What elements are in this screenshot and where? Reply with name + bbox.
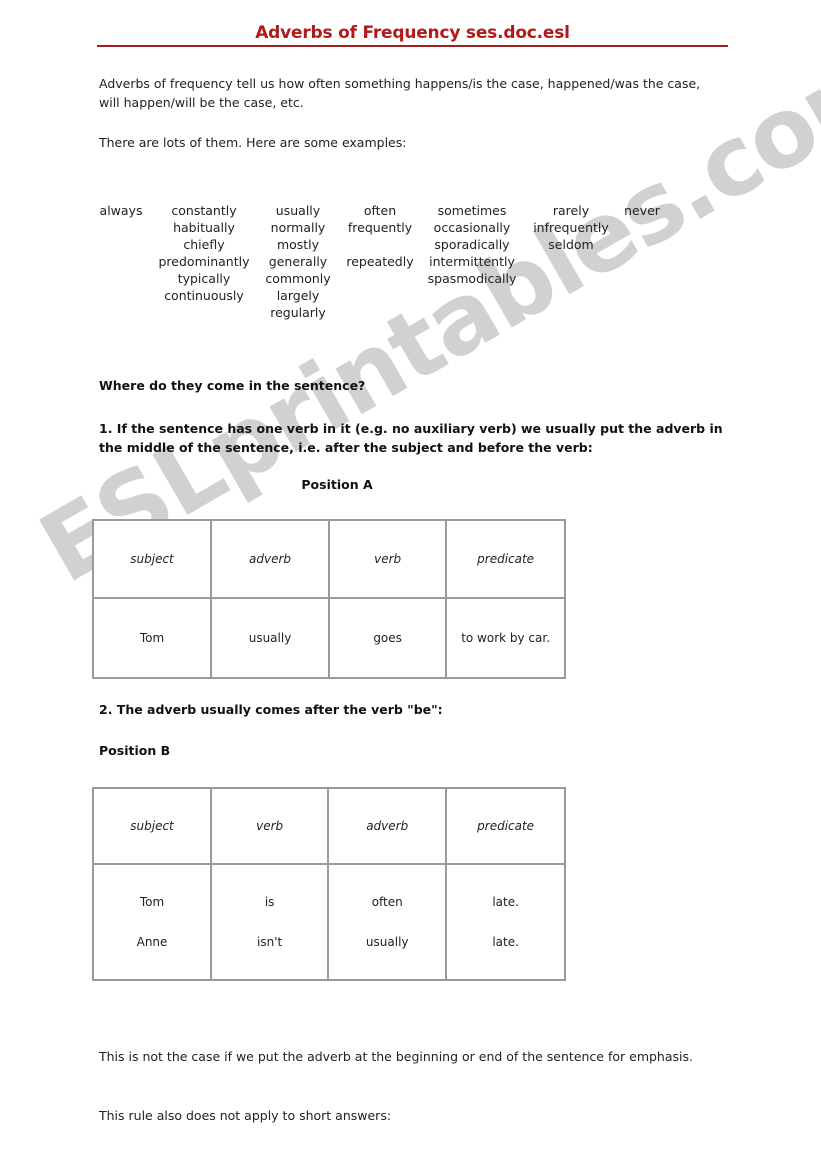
adverb-word: continuously: [164, 288, 244, 303]
adverb-word: constantly: [171, 203, 237, 218]
table-b-cell-column-4: late. late.: [446, 864, 565, 980]
table-a-header-cell: subject: [93, 520, 212, 598]
question-heading: Where do they come in the sentence?: [99, 378, 366, 393]
never-column: never: [624, 202, 660, 219]
position-a-label: Position A: [301, 477, 373, 492]
position-a-table: subject adverb verb predicate Tom usuall…: [92, 519, 566, 679]
table-b-header-cell: subject: [93, 788, 212, 864]
closing-paragraph-1: This is not the case if we put the adver…: [99, 1049, 693, 1064]
adverb-word: sporadically: [434, 237, 510, 252]
adverb-word: infrequently: [533, 220, 609, 235]
adverb-word: mostly: [276, 237, 320, 252]
table-a-header-cell: adverb: [211, 520, 329, 598]
adverb-word: never: [624, 203, 660, 218]
table-b-cell: isn't: [257, 935, 283, 949]
table-a-header-row: subject adverb verb predicate: [93, 520, 565, 598]
usually-column: usually normally mostly generally commonly la…: [265, 202, 330, 321]
table-b-cell: late.: [492, 935, 519, 949]
adverb-word: spasmodically: [427, 271, 517, 286]
table-b-cell: Tom: [139, 895, 165, 909]
table-b-row: Tom Anne is isn't often usually late. la…: [93, 864, 565, 980]
adverb-word: usually: [275, 203, 321, 218]
worksheet-page: Adverbs of Frequency ses.doc.esl Adverbs…: [0, 0, 821, 1169]
table-a-header-cell: predicate: [446, 520, 565, 598]
intro-paragraph-2: There are lots of them. Here are some ex…: [99, 135, 407, 150]
table-b-header-row: subject verb adverb predicate: [93, 788, 565, 864]
table-b-cell: Anne: [136, 935, 168, 949]
adverb-word: repeatedly: [346, 254, 414, 269]
rarely-column: rarely infrequently seldom: [533, 202, 609, 253]
often-column: oftenfrequentlyxrepeatedly: [346, 202, 413, 270]
intro-paragraph-1: Adverbs of frequency tell us how often s…: [99, 76, 701, 110]
adverb-word: generally: [268, 254, 328, 269]
rule-2-text: 2. The adverb usually comes after the ve…: [99, 702, 443, 717]
closing-paragraph-2: This rule also does not apply to short a…: [99, 1108, 392, 1123]
adverb-word: commonly: [265, 271, 331, 286]
adverb-word: seldom: [548, 237, 594, 252]
always-column: always: [100, 202, 143, 219]
adverb-word: frequently: [347, 220, 413, 235]
position-b-table: subject verb adverb predicate Tom Anne i…: [92, 787, 566, 981]
table-a-cell: to work by car.: [446, 598, 565, 678]
adverb-word: rarely: [552, 203, 590, 218]
table-b-cell: often: [371, 895, 403, 909]
table-b-cell: is: [264, 895, 275, 909]
adverb-word: typically: [177, 271, 231, 286]
adverb-word: occasionally: [433, 220, 511, 235]
adverb-word: normally: [270, 220, 326, 235]
adverb-word: regularly: [270, 305, 326, 320]
position-b-label: Position B: [99, 743, 171, 758]
adverb-examples-group: always constantly habitually chiefly predomi…: [92, 202, 692, 327]
table-b-header-cell: predicate: [446, 788, 565, 864]
table-a-cell: usually: [211, 598, 329, 678]
adverb-word: sometimes: [437, 203, 507, 218]
adverb-word: often: [363, 203, 397, 218]
adverb-word: largely: [276, 288, 320, 303]
table-b-cell: late.: [492, 895, 519, 909]
adverb-word: predominantly: [158, 254, 250, 269]
title-divider: [97, 45, 728, 47]
table-b-header-cell: adverb: [328, 788, 447, 864]
rule-1-text: 1. If the sentence has one verb in it (e…: [99, 421, 723, 455]
sometimes-column: sometimes occasionally sporadically intermi…: [428, 202, 517, 287]
constantly-column: constantly habitually chiefly predominantly…: [159, 202, 250, 304]
adverb-word: always: [99, 203, 143, 218]
table-b-cell-column-3: often usually: [328, 864, 447, 980]
adverb-word: chiefly: [183, 237, 225, 252]
table-b-cell-column-1: Tom Anne: [93, 864, 212, 980]
adverb-word: intermittently: [429, 254, 515, 269]
table-b-header-cell: verb: [211, 788, 329, 864]
table-a-header-cell: verb: [329, 520, 447, 598]
table-a-cell: goes: [329, 598, 447, 678]
adverb-word: habitually: [173, 220, 235, 235]
table-a-cell: Tom: [93, 598, 212, 678]
table-b-cell: usually: [365, 935, 409, 949]
table-b-cell-column-2: is isn't: [211, 864, 329, 980]
table-a-row: Tom usually goes to work by car.: [93, 598, 565, 678]
page-title: Adverbs of Frequency ses.doc.esl: [255, 23, 570, 43]
